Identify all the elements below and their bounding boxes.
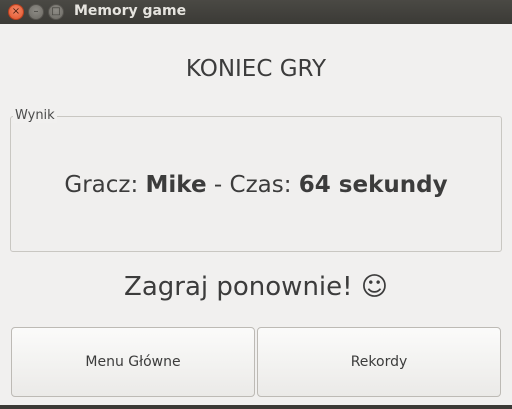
time-value: 64 sekundy bbox=[298, 172, 448, 198]
window-bottom-border bbox=[0, 405, 512, 409]
player-name: Mike bbox=[145, 172, 207, 198]
maximize-icon: □ bbox=[51, 6, 61, 17]
maximize-window-button[interactable]: □ bbox=[48, 4, 64, 20]
minimize-window-button[interactable]: – bbox=[28, 4, 44, 20]
app-window: × – □ Memory game KONIEC GRY Wynik Gracz… bbox=[0, 0, 512, 409]
records-button[interactable]: Rekordy bbox=[257, 327, 501, 397]
result-summary: Gracz: Mike - Czas: 64 sekundy bbox=[10, 172, 502, 198]
player-label: Gracz: bbox=[64, 172, 146, 198]
game-over-heading: KONIEC GRY bbox=[185, 56, 327, 82]
close-icon: × bbox=[11, 6, 21, 17]
time-label: Czas: bbox=[229, 172, 299, 198]
close-window-button[interactable]: × bbox=[8, 4, 24, 20]
main-menu-button[interactable]: Menu Główne bbox=[11, 327, 255, 397]
play-again-text: Zagraj ponownie! ☺ bbox=[124, 272, 388, 302]
result-group-legend: Wynik bbox=[13, 108, 57, 123]
result-separator: - bbox=[206, 172, 230, 198]
window-title: Memory game bbox=[74, 3, 187, 19]
minimize-icon: – bbox=[33, 6, 39, 17]
title-bar: × – □ Memory game bbox=[0, 0, 512, 24]
